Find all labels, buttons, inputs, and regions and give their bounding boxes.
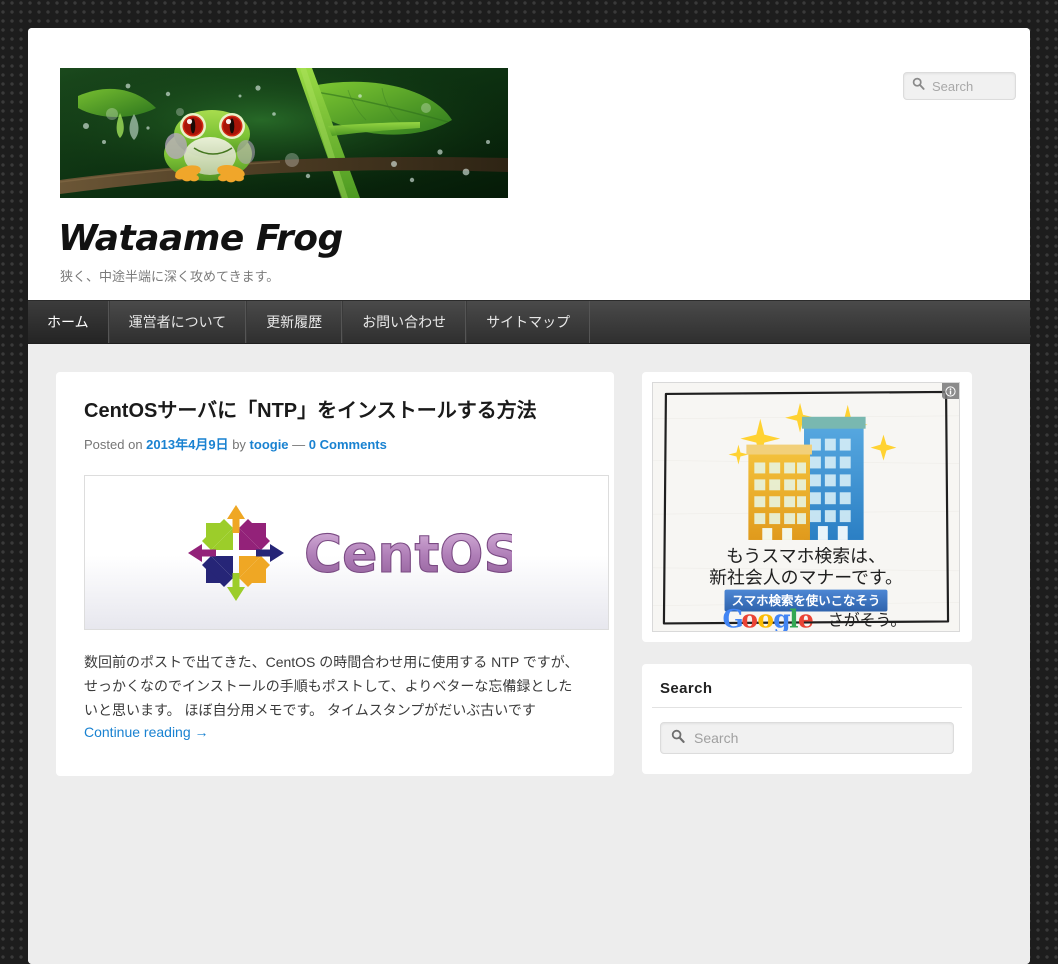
- continue-reading-link[interactable]: Continue reading →: [84, 724, 209, 740]
- nav-item-sitemap[interactable]: サイトマップ: [466, 301, 591, 343]
- sidebar-search-form[interactable]: [660, 722, 954, 754]
- svg-text:CentOS: CentOS: [304, 525, 512, 585]
- advertisement-widget: もうスマホ検索は、 新社会人のマナーです。 スマホ検索を使いこなそう G o o…: [642, 372, 972, 642]
- info-icon[interactable]: [942, 383, 959, 399]
- nav-item-contact[interactable]: お問い合わせ: [342, 301, 467, 343]
- ad-headline-line1: もうスマホ検索は、: [726, 546, 886, 567]
- posted-on-label: Posted on: [84, 437, 143, 452]
- post-excerpt: 数回前のポストで出てきた、CentOS の時間合わせ用に使用する NTP ですが…: [84, 654, 579, 719]
- post-featured-image[interactable]: CentOS: [84, 475, 609, 630]
- svg-text:o: o: [741, 604, 758, 631]
- main-navigation: ホーム 運営者について 更新履歴 お問い合わせ サイトマップ: [28, 300, 1030, 344]
- post-comments-link[interactable]: 0 Comments: [309, 437, 387, 452]
- header-search-form[interactable]: [903, 72, 1016, 100]
- site-description: 狭く、中途半端に深く攻めてきます。: [60, 269, 280, 284]
- ad-frame[interactable]: もうスマホ検索は、 新社会人のマナーです。 スマホ検索を使いこなそう G o o…: [652, 382, 960, 632]
- nav-item-about[interactable]: 運営者について: [108, 301, 247, 343]
- search-icon: [912, 77, 925, 95]
- post-author-link[interactable]: toogie: [250, 437, 289, 452]
- search-widget-title: Search: [660, 680, 713, 697]
- search-icon: [671, 729, 685, 748]
- search-widget: Search: [642, 664, 972, 774]
- meta-separator: —: [292, 437, 306, 452]
- nav-item-home[interactable]: ホーム: [28, 301, 109, 343]
- site-title[interactable]: Wataame Frog: [58, 218, 343, 259]
- widget-divider: [652, 707, 962, 708]
- ad-brand-tagline: さがそう。: [828, 610, 906, 629]
- header-search-input[interactable]: [930, 77, 1010, 95]
- sidebar-column: もうスマホ検索は、 新社会人のマナーです。 スマホ検索を使いこなそう G o o…: [642, 372, 972, 774]
- post-meta: Posted on 2013年4月9日 by toogie — 0 Commen…: [84, 434, 586, 453]
- page-wrapper: Wataame Frog 狭く、中途半端に深く攻めてきます。 ホーム 運営者につ…: [28, 28, 1030, 964]
- site-header: Wataame Frog 狭く、中途半端に深く攻めてきます。: [28, 28, 1030, 300]
- by-label: by: [232, 437, 246, 452]
- sidebar-search-input[interactable]: [692, 729, 932, 747]
- svg-text:g: g: [773, 604, 790, 631]
- post-article: CentOSサーバに「NTP」をインストールする方法 Posted on 201…: [84, 398, 609, 742]
- nav-item-updates[interactable]: 更新履歴: [246, 301, 343, 343]
- main-area: CentOSサーバに「NTP」をインストールする方法 Posted on 201…: [28, 344, 1030, 964]
- ad-headline-line2: 新社会人のマナーです。: [709, 568, 903, 589]
- svg-text:o: o: [757, 604, 774, 631]
- site-banner-image: [60, 68, 508, 198]
- content-column: CentOSサーバに「NTP」をインストールする方法 Posted on 201…: [56, 372, 614, 777]
- post-date-link[interactable]: 2013年4月9日: [146, 437, 228, 452]
- post-title[interactable]: CentOSサーバに「NTP」をインストールする方法: [84, 398, 586, 425]
- svg-text:e: e: [798, 604, 814, 631]
